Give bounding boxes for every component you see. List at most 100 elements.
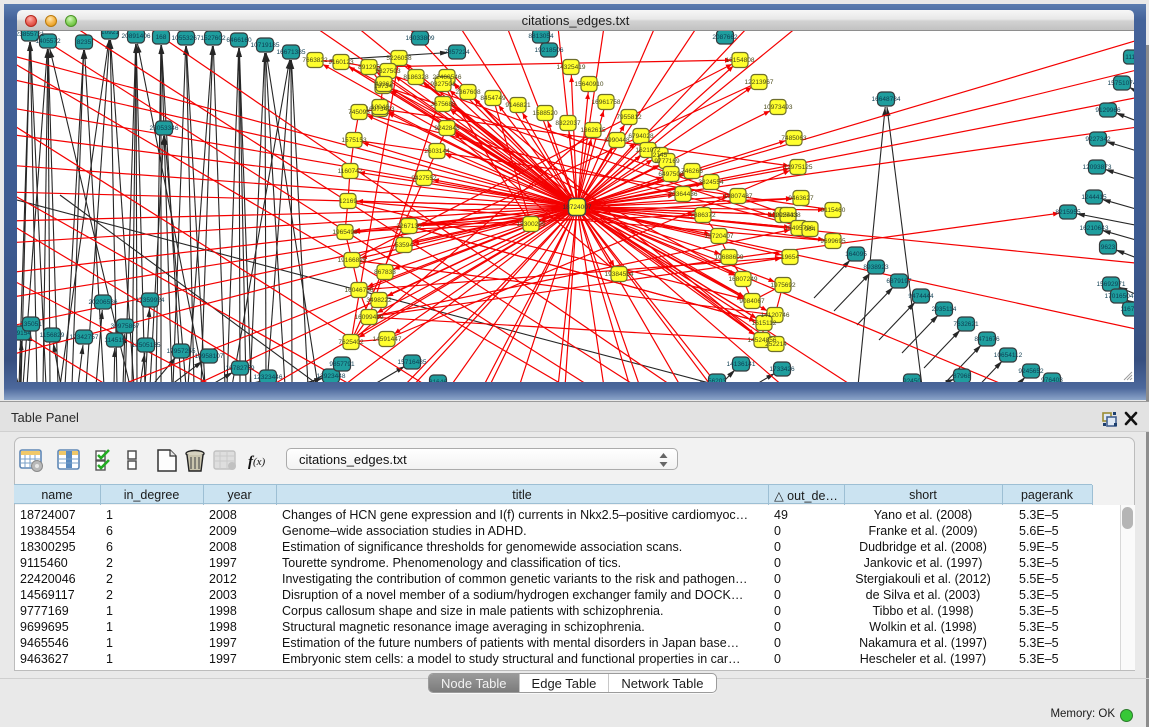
svg-text:1575153: 1575153 [341, 137, 367, 144]
svg-text:53594: 53594 [395, 242, 413, 249]
svg-text:15692971: 15692971 [1097, 281, 1126, 288]
svg-text:16046736: 16046736 [345, 287, 374, 294]
svg-text:10553267: 10553267 [172, 35, 201, 42]
svg-text:9115460: 9115460 [821, 207, 846, 214]
svg-text:9327501: 9327501 [430, 81, 456, 88]
svg-text:867833: 867833 [374, 269, 396, 276]
svg-text:746266: 746266 [681, 168, 703, 175]
svg-text:8186328: 8186328 [403, 74, 429, 81]
svg-text:1244415: 1244415 [1081, 194, 1107, 201]
svg-text:10654112: 10654112 [994, 352, 1023, 359]
svg-text:16782759: 16782759 [226, 365, 255, 372]
svg-text:14120746: 14120746 [761, 312, 790, 319]
svg-text:976403: 976403 [1041, 377, 1063, 382]
svg-text:964: 964 [805, 226, 816, 233]
svg-text:12169: 12169 [339, 198, 357, 205]
svg-text:17359924: 17359924 [136, 297, 165, 304]
svg-text:10719185: 10719185 [251, 42, 280, 49]
svg-text:16807249: 16807249 [729, 276, 758, 283]
svg-text:2367608: 2367608 [455, 89, 481, 96]
svg-text:3824554: 3824554 [698, 179, 724, 186]
svg-text:10973493: 10973493 [764, 104, 793, 111]
svg-text:9623: 9623 [1101, 244, 1116, 251]
svg-text:7663822: 7663822 [302, 57, 328, 64]
svg-text:1527602: 1527602 [200, 35, 226, 42]
svg-text:7386372: 7386372 [690, 212, 716, 219]
svg-text:6794028: 6794028 [628, 133, 654, 140]
svg-text:9146821: 9146821 [505, 102, 531, 109]
svg-text:9129966: 9129966 [1095, 107, 1121, 114]
svg-text:2935114: 2935114 [932, 306, 957, 313]
svg-text:9427552: 9427552 [411, 175, 437, 182]
svg-text:23053346: 23053346 [150, 125, 179, 132]
svg-text:9474444: 9474444 [908, 293, 934, 300]
svg-text:3267130: 3267130 [396, 223, 422, 230]
svg-text:8813054: 8813054 [528, 33, 554, 40]
svg-text:2087662: 2087662 [712, 34, 738, 41]
svg-text:15716485: 15716485 [398, 359, 427, 366]
svg-text:6466160: 6466160 [226, 37, 252, 44]
svg-text:16961758: 16961758 [592, 99, 621, 106]
svg-text:1965498: 1965498 [332, 229, 358, 236]
svg-text:14325419: 14325419 [557, 64, 586, 71]
svg-text:2025438: 2025438 [775, 212, 801, 219]
svg-text:56203: 56203 [708, 378, 726, 382]
svg-text:12505135: 12505135 [132, 342, 161, 349]
svg-text:1588520: 1588520 [532, 110, 558, 117]
svg-text:9245652: 9245652 [1018, 368, 1044, 375]
svg-text:15640910: 15640910 [575, 81, 604, 88]
svg-text:81646: 81646 [429, 379, 447, 382]
svg-text:168: 168 [156, 34, 167, 41]
svg-text:135051: 135051 [20, 321, 42, 328]
svg-text:19218506: 19218506 [535, 47, 564, 54]
svg-text:9084067: 9084067 [739, 298, 765, 305]
svg-text:9242848: 9242848 [434, 125, 460, 132]
svg-text:1405572: 1405572 [35, 38, 61, 45]
svg-text:18300295: 18300295 [517, 221, 546, 228]
svg-text:19384554: 19384554 [605, 271, 634, 278]
svg-text:16154808: 16154808 [726, 57, 755, 64]
svg-text:10046: 10046 [371, 104, 389, 111]
svg-text:14136141: 14136141 [727, 361, 756, 368]
svg-text:19166825: 19166825 [338, 257, 367, 264]
svg-text:1615112: 1615112 [752, 320, 777, 327]
svg-text:8471676: 8471676 [974, 336, 1000, 343]
svg-text:20364436: 20364436 [669, 191, 698, 198]
svg-text:116753: 116753 [1120, 306, 1134, 313]
svg-text:745093: 745093 [348, 109, 370, 116]
svg-text:8938923: 8938923 [863, 264, 889, 271]
svg-text:114519: 114519 [104, 337, 126, 344]
svg-text:7485063: 7485063 [781, 135, 807, 142]
svg-text:16671385: 16671385 [277, 49, 306, 56]
svg-text:1156829: 1156829 [40, 332, 65, 339]
svg-text:12975125: 12975125 [784, 164, 813, 171]
svg-text:1160742: 1160742 [338, 168, 363, 175]
svg-text:14591447: 14591447 [373, 336, 402, 343]
svg-text:30975867: 30975867 [111, 323, 140, 330]
svg-text:39154: 39154 [17, 330, 31, 337]
svg-text:16210643: 16210643 [1080, 225, 1109, 232]
svg-text:7632621: 7632621 [953, 321, 979, 328]
svg-text:3498222: 3498222 [366, 297, 392, 304]
svg-text:17957255: 17957255 [167, 348, 196, 355]
svg-text:8235: 8235 [77, 39, 92, 46]
svg-text:16033809: 16033809 [406, 35, 435, 42]
svg-text:20891406: 20891406 [122, 33, 151, 40]
svg-text:12923448: 12923448 [317, 373, 346, 380]
svg-text:9777169: 9777169 [654, 158, 680, 165]
svg-text:10807487: 10807487 [724, 193, 753, 200]
svg-text:92450: 92450 [903, 378, 921, 382]
svg-text:6879197: 6879197 [886, 278, 912, 285]
svg-text:8990448: 8990448 [604, 137, 630, 144]
svg-text:(x): (x) [253, 456, 266, 468]
svg-text:12213967: 12213967 [745, 79, 774, 86]
svg-text:16099489: 16099489 [355, 314, 384, 321]
svg-text:9327503: 9327503 [375, 68, 401, 75]
svg-text:1733426: 1733426 [769, 366, 795, 373]
svg-text:9463627: 9463627 [788, 195, 814, 202]
svg-text:18724007: 18724007 [563, 204, 592, 211]
svg-text:16648784: 16648784 [872, 96, 901, 103]
svg-text:22460546: 22460546 [433, 74, 462, 81]
svg-text:87968: 87968 [953, 373, 971, 380]
svg-text:20206536: 20206536 [89, 299, 118, 306]
